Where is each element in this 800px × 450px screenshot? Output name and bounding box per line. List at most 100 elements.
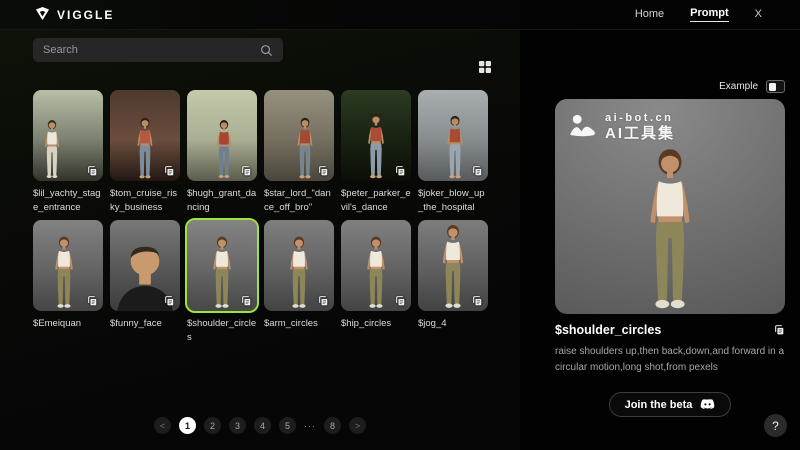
grid-view-icon[interactable] [478,60,492,74]
join-beta-label: Join the beta [625,399,693,411]
character-figure [35,117,70,179]
copy-icon[interactable] [471,295,483,307]
thumbnail-label: $peter_parker_evil's_dance [341,187,411,217]
gallery-item: $hip_circles [341,220,411,347]
brand-name: VIGGLE [57,8,114,22]
nav-item-prompt[interactable]: Prompt [690,7,729,22]
copy-icon[interactable] [163,295,175,307]
copy-icon[interactable] [163,165,175,177]
thumbnail-label: $jog_4 [418,317,488,347]
prompt-title-row: $shoulder_circles [555,323,785,337]
pagination-page-8[interactable]: 8 [324,417,341,434]
help-button[interactable]: ? [764,414,787,437]
watermark-line2: AI工具集 [605,125,675,142]
thumbnail-label: $joker_blow_up_the_hospital [418,187,488,217]
example-label: Example [719,81,758,92]
gallery-item: $joker_blow_up_the_hospital [418,90,488,217]
pagination-page-3[interactable]: 3 [229,417,246,434]
character-figure [436,113,474,179]
copy-icon[interactable] [394,295,406,307]
preview-character-figure [622,142,718,310]
video-thumbnail[interactable] [187,220,257,311]
example-row: Example [555,80,785,93]
video-thumbnail[interactable] [264,90,334,181]
video-thumbnail[interactable] [110,90,180,181]
copy-icon[interactable] [240,165,252,177]
gallery-item: $tom_cruise_risky_business [110,90,180,217]
gallery-item: $hugh_grant_dancing [187,90,257,217]
join-beta-button[interactable]: Join the beta [609,392,732,417]
character-figure [355,233,398,309]
thumbnail-label: $hugh_grant_dancing [187,187,257,217]
viggle-logo[interactable]: VIGGLE [35,6,114,24]
copy-icon[interactable] [317,295,329,307]
preview-card: ai-bot.cn AI工具集 [555,99,785,314]
character-figure [278,233,321,309]
thumbnail-label: $funny_face [110,317,180,347]
copy-icon[interactable] [317,165,329,177]
pagination-prev-button[interactable]: < [154,417,171,434]
gallery-item: $peter_parker_evil's_dance [341,90,411,217]
search-placeholder: Search [43,44,78,56]
gallery-item: $star_lord_"dance_off_bro" [264,90,334,217]
gallery-item: $Emeiquan [33,220,103,347]
gallery-item: $shoulder_circles [187,220,257,347]
thumbnail-label: $arm_circles [264,317,334,347]
video-thumbnail[interactable] [33,220,103,311]
thumbnail-label: $tom_cruise_risky_business [110,187,180,217]
main-content: Search $lil_yachty_stage_entrance [0,30,800,450]
copy-icon[interactable] [471,165,483,177]
pagination: <12345 ··· 8 > [154,417,366,434]
ai-bot-logo-icon [568,114,597,139]
video-thumbnail[interactable] [187,90,257,181]
video-thumbnail[interactable] [418,90,488,181]
copy-icon[interactable] [86,165,98,177]
copy-icon[interactable] [86,295,98,307]
video-thumbnail[interactable] [341,90,411,181]
copy-icon[interactable] [394,165,406,177]
copy-icon[interactable] [240,295,252,307]
video-thumbnail[interactable] [418,220,488,311]
video-thumbnail[interactable] [264,220,334,311]
pagination-page-1[interactable]: 1 [179,417,196,434]
character-figure [357,111,396,179]
video-thumbnail[interactable] [110,220,180,311]
gallery-item: $funny_face [110,220,180,347]
top-nav: Home Prompt X [635,7,762,22]
copy-icon[interactable] [773,324,785,336]
search-input[interactable]: Search [33,38,283,62]
prompt-title: $shoulder_circles [555,323,661,337]
gallery-item: $lil_yachty_stage_entrance [33,90,103,217]
watermark-text: ai-bot.cn AI工具集 [605,112,675,142]
character-figure [201,233,244,309]
example-toggle[interactable] [766,80,785,93]
nav-item-x[interactable]: X [755,8,762,22]
gallery-panel: Search $lil_yachty_stage_entrance [0,30,520,450]
character-figure [43,233,86,309]
top-bar: VIGGLE Home Prompt X [0,0,800,30]
thumbnail-label: $shoulder_circles [187,317,257,347]
watermark: ai-bot.cn AI工具集 [568,112,675,142]
viggle-logo-icon [35,6,50,24]
thumbnail-label: $Emeiquan [33,317,103,347]
discord-icon [700,397,715,412]
thumbnail-label: $star_lord_"dance_off_bro" [264,187,334,217]
pagination-page-5[interactable]: 5 [279,417,296,434]
pagination-page-2[interactable]: 2 [204,417,221,434]
gallery-item: $jog_4 [418,220,488,347]
pagination-next-button[interactable]: > [349,417,366,434]
thumbnail-label: $lil_yachty_stage_entrance [33,187,103,217]
character-figure [207,117,242,179]
prompt-description: raise shoulders up,then back,down,and fo… [555,344,787,375]
nav-item-home[interactable]: Home [635,8,664,22]
pagination-ellipsis: ··· [304,421,316,431]
video-thumbnail[interactable] [33,90,103,181]
character-figure [127,115,164,179]
thumbnail-grid: $lil_yachty_stage_entrance $tom_cruise_r… [33,90,494,347]
video-thumbnail[interactable] [341,220,411,311]
join-row: Join the beta [555,392,785,417]
pagination-page-4[interactable]: 4 [254,417,271,434]
viggle-app: VIGGLE Home Prompt X Search $lil_yachty_st… [0,0,800,450]
thumbnail-label: $hip_circles [341,317,411,347]
gallery-item: $arm_circles [264,220,334,347]
